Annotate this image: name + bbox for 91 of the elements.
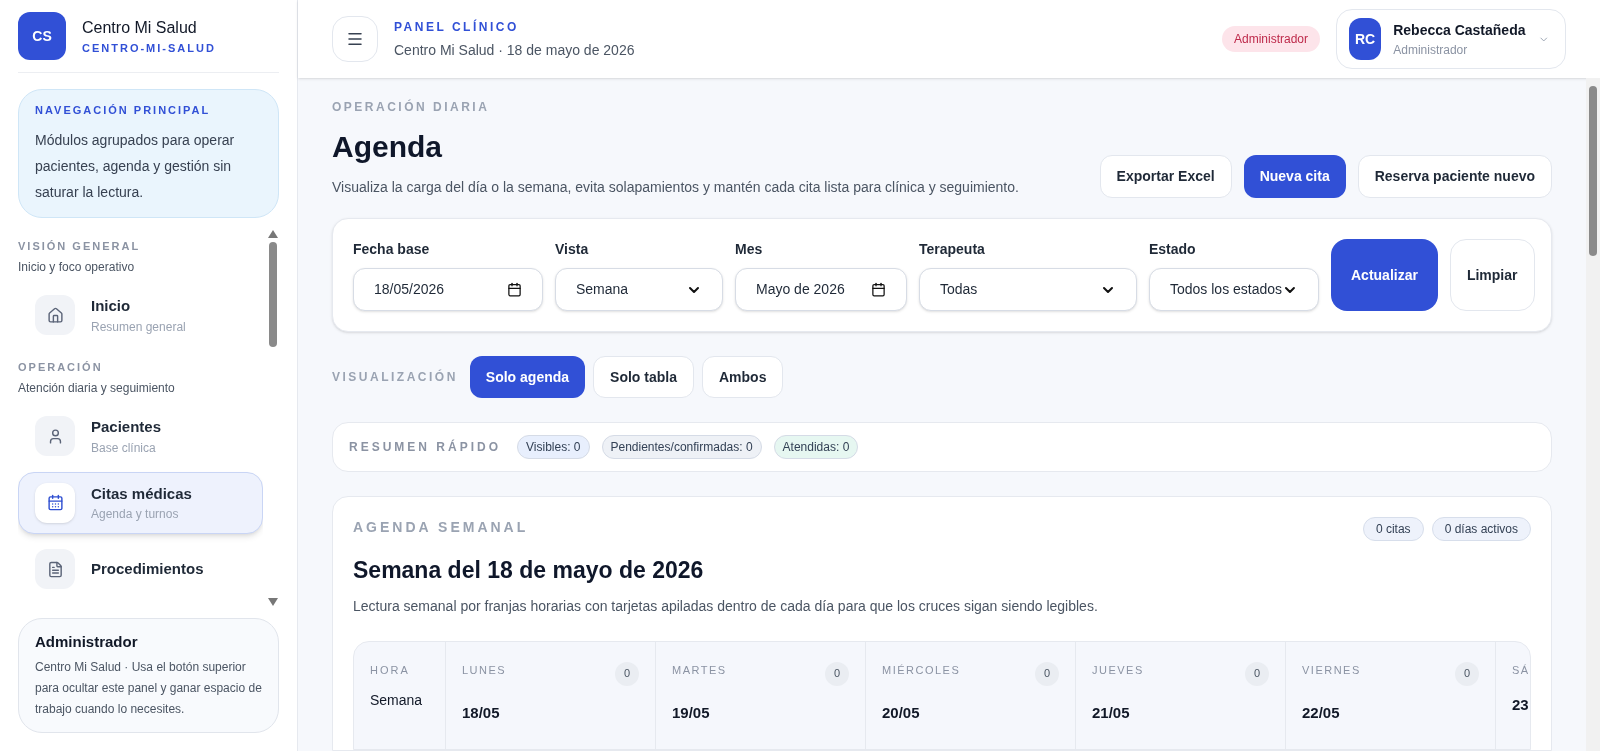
day-name: MIÉRCOLES [882, 662, 961, 678]
calendar-icon [507, 282, 522, 297]
column-label: HORA [370, 662, 411, 678]
brand-slug: CENTRO-MI-SALUD [82, 40, 216, 56]
date-field[interactable]: 18/05/2026 [353, 268, 543, 311]
week-description: Lectura semanal por franjas horarias con tarjetas apiladas dentro de cada día para que los cruces sigan siendo legibles. [353, 596, 1099, 616]
nav-item[interactable]: Procedimientos [18, 538, 263, 600]
nav-item[interactable]: Citas médicas Agenda y turnos [18, 471, 263, 534]
page-description: Visualiza la carga del día o la semana, evita solapamientos y mantén cada cita lista para clínica y seguimiento. [332, 178, 1019, 197]
action-button[interactable]: Nueva cita [1243, 155, 1346, 198]
day-count: 0 [825, 661, 849, 686]
nav-item-subtitle: Agenda y turnos [91, 506, 180, 523]
nav-item-label: Pacientes [91, 417, 162, 437]
header-eyebrow: PANEL CLÍNICO [394, 18, 520, 36]
section-subtitle: Atención diaria y seguimiento [18, 380, 176, 397]
scroll-down-icon[interactable] [268, 597, 278, 606]
user-role: Administrador [1393, 41, 1469, 59]
day-count: 0 [1455, 661, 1479, 686]
action-button[interactable]: Reserva paciente nuevo [1357, 155, 1552, 198]
field-label: Estado [1149, 240, 1197, 259]
section-title: VISIÓN GENERAL [18, 238, 142, 254]
brand-name: Centro Mi Salud [82, 17, 198, 38]
day-name: JUEVES [1092, 662, 1144, 678]
day-date: 22/05 [1302, 702, 1341, 723]
nav-item-subtitle: Resumen general [91, 318, 186, 336]
menu-button[interactable] [332, 16, 378, 62]
field-label: Vista [555, 240, 590, 259]
nav-item-subtitle: Base clínica [91, 439, 157, 457]
week-eyebrow: AGENDA SEMANAL [353, 518, 529, 537]
summary-chip: Atendidas: 0 [773, 435, 859, 459]
count-badge: 0 citas [1362, 517, 1424, 541]
section-title: OPERACIÓN [18, 359, 104, 375]
day-count: 0 [615, 661, 639, 686]
menu-icon [346, 30, 364, 48]
field-label: Fecha base [353, 240, 431, 259]
user-avatar: RC [1349, 18, 1382, 60]
nav-item-label: Inicio [91, 296, 132, 316]
view-toggle-label: VISUALIZACIÓN [332, 368, 458, 386]
day-count: 0 [1245, 661, 1269, 686]
header-subtitle: Centro Mi Salud · 18 de mayo de 2026 [394, 40, 635, 60]
page-title: Agenda [332, 129, 443, 165]
select-field[interactable]: Semana [555, 268, 723, 311]
nav-item[interactable]: Pacientes Base clínica [18, 405, 263, 468]
day-date: 20/05 [882, 702, 921, 723]
count-badge: 0 días activos [1431, 517, 1531, 541]
day-date: 19/05 [672, 702, 711, 723]
day-date: 21/05 [1092, 702, 1131, 723]
intro-text: Módulos agrupados para operar pacientes, agenda y gestión sin saturar la lectura. [35, 130, 236, 202]
nav-item-label: Procedimientos [91, 558, 204, 579]
calendar-icon [871, 282, 886, 297]
select-field[interactable]: Todas [919, 268, 1137, 311]
scrollbar-thumb[interactable] [269, 241, 277, 347]
role-badge: Administrador [1221, 26, 1320, 52]
date-field[interactable]: Mayo de 2026 [735, 268, 907, 311]
calendar-icon [46, 494, 64, 512]
field-label: Mes [735, 240, 764, 259]
home-icon [46, 306, 64, 324]
scrollbar-track[interactable] [1586, 78, 1600, 751]
summary-chip: Visibles: 0 [517, 435, 590, 459]
field-label: Terapeuta [919, 240, 986, 259]
section-subtitle: Inicio y foco operativo [18, 259, 136, 276]
day-count: 0 [1035, 661, 1059, 686]
action-button[interactable]: Exportar Excel [1099, 155, 1232, 198]
column-value: Semana [370, 691, 424, 710]
admin-title: Administrador [35, 631, 139, 652]
intro-title: NAVEGACIÓN PRINCIPAL [35, 103, 212, 118]
clear-button[interactable]: Limpiar [1449, 239, 1535, 311]
nav-item-label: Citas médicas [91, 483, 192, 504]
day-name: VIERNES [1302, 662, 1361, 678]
view-tab[interactable]: Solo agenda [469, 356, 586, 398]
user-menu[interactable]: RC Rebecca Castañeda Administrador [1336, 9, 1566, 69]
day-name: SÁ [1512, 662, 1530, 678]
select-field[interactable]: Todos los estados [1149, 268, 1319, 311]
document-icon [46, 560, 64, 578]
day-name: LUNES [462, 662, 507, 678]
day-date: 18/05 [462, 702, 501, 723]
brand-logo: CS [18, 12, 66, 60]
day-date: 23 [1512, 695, 1530, 715]
view-tab[interactable]: Ambos [702, 356, 784, 398]
refresh-button[interactable]: Actualizar [1331, 239, 1438, 311]
user-name: Rebecca Castañeda [1393, 20, 1526, 40]
week-title: Semana del 18 de mayo de 2026 [353, 556, 705, 585]
scrollbar-thumb[interactable] [1589, 86, 1597, 256]
day-name: MARTES [672, 662, 727, 678]
summary-chip: Pendientes/confirmadas: 0 [601, 435, 762, 459]
nav-item[interactable]: Inicio Resumen general [18, 284, 263, 347]
scroll-up-icon[interactable] [268, 229, 278, 238]
summary-label: RESUMEN RÁPIDO [349, 438, 501, 456]
admin-text: Centro Mi Salud · Usa el botón superior para ocultar este panel y ganar espacio de trabajo cuando lo necesites. [35, 659, 262, 718]
view-tab[interactable]: Solo tabla [593, 356, 694, 398]
page-eyebrow: OPERACIÓN DIARIA [332, 98, 491, 116]
